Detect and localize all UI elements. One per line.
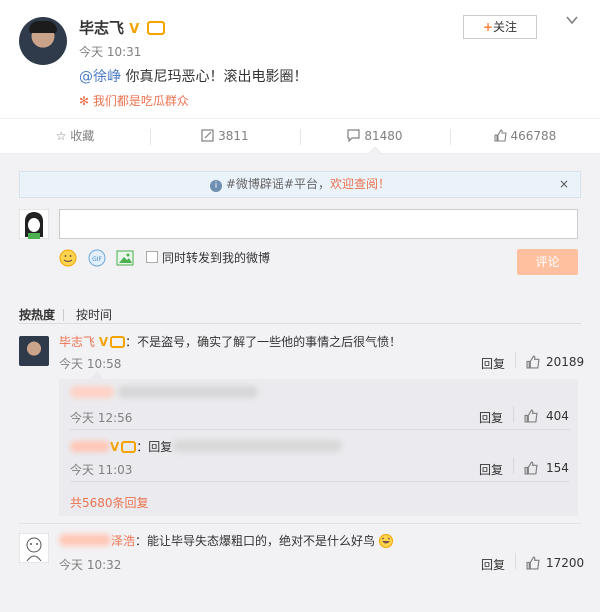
favorite-button[interactable]: ☆ 收藏 bbox=[0, 119, 150, 153]
verified-v-icon: V bbox=[129, 22, 140, 37]
repost-icon bbox=[201, 129, 214, 142]
like-button[interactable]: 466788 bbox=[450, 119, 600, 153]
vip-crown-icon bbox=[110, 336, 126, 348]
author-name[interactable]: 毕志飞 bbox=[79, 19, 124, 37]
star-icon: ☆ bbox=[55, 129, 67, 143]
redacted-reply-text bbox=[70, 386, 258, 400]
post-source[interactable]: ✻ 我们都是吃瓜群众 bbox=[79, 92, 189, 109]
reply-button[interactable]: 回复 bbox=[481, 355, 505, 372]
repost-checkbox[interactable] bbox=[146, 251, 158, 263]
post-text: @徐峥 你真尼玛恶心！滚出电影圈！ bbox=[79, 66, 307, 86]
reply-button[interactable]: 回复 bbox=[481, 556, 505, 573]
follow-label: 关注 bbox=[493, 20, 518, 34]
divider bbox=[70, 481, 570, 482]
verified-v-icon: V bbox=[98, 335, 109, 349]
close-icon[interactable]: × bbox=[559, 177, 569, 191]
sort-tabs: 按热度 按时间 bbox=[19, 306, 112, 323]
emoji-icon[interactable] bbox=[59, 249, 77, 267]
comment-icon bbox=[347, 129, 361, 143]
redacted-name bbox=[59, 534, 111, 546]
comment-item: 泽浩：能让毕导失态爆粗口的，绝对不是什么好鸟 bbox=[59, 532, 393, 549]
divider bbox=[70, 429, 570, 430]
commenter-name[interactable]: 泽浩 bbox=[111, 534, 135, 548]
vip-crown-icon bbox=[121, 441, 137, 453]
divider bbox=[19, 523, 581, 524]
author-avatar[interactable] bbox=[19, 17, 67, 65]
repost-checkbox-label[interactable]: 同时转发到我的微博 bbox=[162, 249, 270, 266]
more-replies-link[interactable]: 共5680条回复 bbox=[70, 494, 149, 511]
divider bbox=[63, 309, 65, 321]
like-count: 466788 bbox=[510, 129, 557, 143]
comment-input[interactable] bbox=[59, 209, 578, 239]
laugh-emoji-icon bbox=[378, 534, 393, 548]
thumbs-up-icon[interactable] bbox=[526, 556, 540, 570]
verified-v-icon: V bbox=[110, 440, 120, 454]
reply-prefix: ：回复 bbox=[136, 440, 173, 454]
like-count: 404 bbox=[546, 409, 569, 423]
commenter-avatar[interactable] bbox=[19, 533, 49, 563]
post-author[interactable]: 毕志飞 V bbox=[79, 17, 165, 38]
comment-count: 81480 bbox=[364, 129, 403, 143]
my-avatar[interactable] bbox=[19, 209, 49, 239]
divider bbox=[515, 352, 516, 368]
divider bbox=[515, 553, 516, 569]
comment-item: 毕志飞 V ：不是盗号，确实了解了一些他的事情之后很气愤！ bbox=[59, 333, 401, 350]
follow-button[interactable]: +关注 bbox=[463, 15, 537, 39]
reply-button[interactable]: 回复 bbox=[479, 461, 503, 478]
post-time[interactable]: 今天 10:31 bbox=[79, 43, 141, 60]
comment-time: 今天 10:32 bbox=[59, 558, 122, 572]
rumor-notice: i #微博辟谣#平台，欢迎查阅！ bbox=[19, 171, 581, 198]
submit-comment-button[interactable]: 评论 bbox=[517, 249, 578, 275]
info-icon: i bbox=[210, 180, 223, 192]
image-icon[interactable] bbox=[116, 249, 134, 267]
source-label[interactable]: 我们都是吃瓜群众 bbox=[93, 94, 189, 108]
notice-text: #微博辟谣#平台， bbox=[225, 177, 330, 191]
redacted-name bbox=[70, 441, 110, 452]
tab-sort-hot[interactable]: 按热度 bbox=[19, 308, 55, 322]
notice-link[interactable]: 欢迎查阅！ bbox=[330, 177, 390, 191]
reply-item: V ：回复 bbox=[70, 438, 343, 455]
reply-time: 今天 12:56 bbox=[70, 411, 133, 425]
thumbs-up-icon[interactable] bbox=[524, 461, 538, 475]
thumbs-up-icon bbox=[494, 129, 507, 142]
mention-link[interactable]: @徐峥 bbox=[79, 69, 121, 85]
favorite-label: 收藏 bbox=[70, 129, 95, 143]
like-count: 17200 bbox=[546, 556, 585, 570]
comment-time: 今天 10:58 bbox=[59, 357, 122, 371]
commenter-name[interactable]: 毕志飞 bbox=[59, 335, 95, 349]
divider bbox=[19, 323, 581, 324]
post-body: 你真尼玛恶心！滚出电影圈！ bbox=[121, 69, 308, 85]
repost-count: 3811 bbox=[218, 129, 249, 143]
comment-text: ：能让毕导失态爆粗口的，绝对不是什么好鸟 bbox=[135, 534, 376, 548]
divider bbox=[513, 458, 514, 474]
vip-crown-icon bbox=[146, 21, 165, 35]
reply-time: 今天 11:03 bbox=[70, 463, 133, 477]
source-flower-icon: ✻ bbox=[79, 94, 90, 108]
tab-sort-time[interactable]: 按时间 bbox=[76, 308, 112, 322]
like-count: 20189 bbox=[546, 355, 585, 369]
comment-text: ：不是盗号，确实了解了一些他的事情之后很气愤！ bbox=[125, 335, 402, 349]
gif-icon[interactable]: GIF bbox=[88, 249, 106, 267]
commenter-avatar[interactable] bbox=[19, 336, 49, 366]
action-bar: ☆ 收藏 3811 81480 466788 bbox=[0, 118, 600, 154]
redacted-reply-text bbox=[172, 440, 343, 452]
like-count: 154 bbox=[546, 461, 569, 475]
plus-icon: + bbox=[482, 20, 494, 34]
reply-box-caret bbox=[90, 371, 104, 379]
chevron-down-icon[interactable] bbox=[565, 13, 579, 27]
divider bbox=[513, 406, 514, 422]
reply-button[interactable]: 回复 bbox=[479, 409, 503, 426]
svg-text:GIF: GIF bbox=[92, 256, 102, 263]
thumbs-up-icon[interactable] bbox=[526, 355, 540, 369]
repost-button[interactable]: 3811 bbox=[150, 119, 300, 153]
thumbs-up-icon[interactable] bbox=[524, 409, 538, 423]
